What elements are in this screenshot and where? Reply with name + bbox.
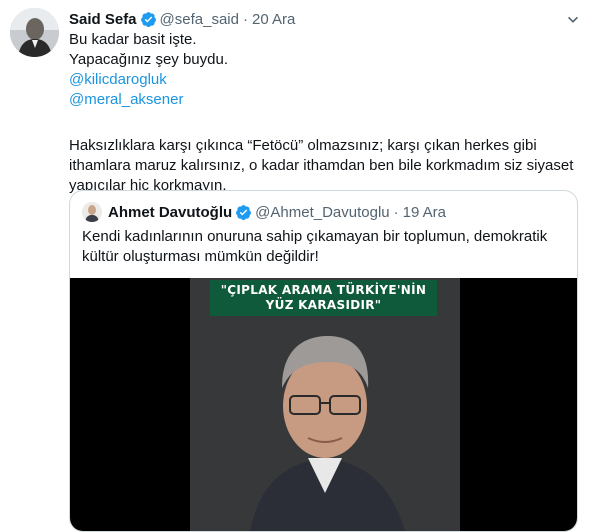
quoted-author-handle[interactable]: @Ahmet_Davutoglu <box>255 204 389 221</box>
mention-link[interactable]: @meral_aksener <box>69 90 574 110</box>
tweet-text: Bu kadar basit işte. Yapacağınız şey buy… <box>69 30 574 196</box>
video-player[interactable]: "ÇIPLAK ARAMA TÜRKİYE'NİN YÜZ KARASIDIR" <box>70 278 577 531</box>
quoted-author-avatar[interactable] <box>82 202 102 222</box>
tweet[interactable]: Said Sefa @sefa_said · 20 Ara Bu kadar b… <box>0 0 589 532</box>
quoted-line: kültür oluşturması mümkün değildir! <box>82 248 319 265</box>
tweet-line: Haksızlıklara karşı çıkınca “Fetöcü” olm… <box>69 137 537 154</box>
more-options-icon[interactable] <box>563 9 583 29</box>
quoted-line: Kendi kadınlarının onuruna sahip çıkamay… <box>82 228 548 245</box>
author-name[interactable]: Said Sefa <box>69 11 137 28</box>
quoted-tweet-date[interactable]: 19 Ara <box>403 204 446 221</box>
separator-dot: · <box>393 203 399 221</box>
author-avatar[interactable] <box>10 8 59 57</box>
tweet-line: Yapacağınız şey buydu. <box>69 51 228 68</box>
video-caption-banner: "ÇIPLAK ARAMA TÜRKİYE'NİN YÜZ KARASIDIR" <box>210 280 437 316</box>
quoted-tweet-text: Kendi kadınlarının onuruna sahip çıkamay… <box>82 227 562 267</box>
separator-dot: · <box>242 10 248 28</box>
tweet-line: Bu kadar basit işte. <box>69 31 197 48</box>
quoted-tweet[interactable]: Ahmet Davutoğlu @Ahmet_Davutoglu · 19 Ar… <box>69 190 578 532</box>
quoted-author-name[interactable]: Ahmet Davutoğlu <box>108 204 232 221</box>
verified-badge-icon <box>140 11 156 27</box>
tweet-line: ithamlara maruz kalırsınız, o kadar itha… <box>69 157 574 174</box>
verified-badge-icon <box>236 204 252 220</box>
mention-link[interactable]: @kilicdarogluk <box>69 70 574 90</box>
banner-line: "ÇIPLAK ARAMA TÜRKİYE'NİN <box>220 283 427 297</box>
tweet-date[interactable]: 20 Ara <box>252 11 295 28</box>
author-handle[interactable]: @sefa_said <box>160 11 239 28</box>
banner-line: YÜZ KARASIDIR" <box>265 298 382 312</box>
